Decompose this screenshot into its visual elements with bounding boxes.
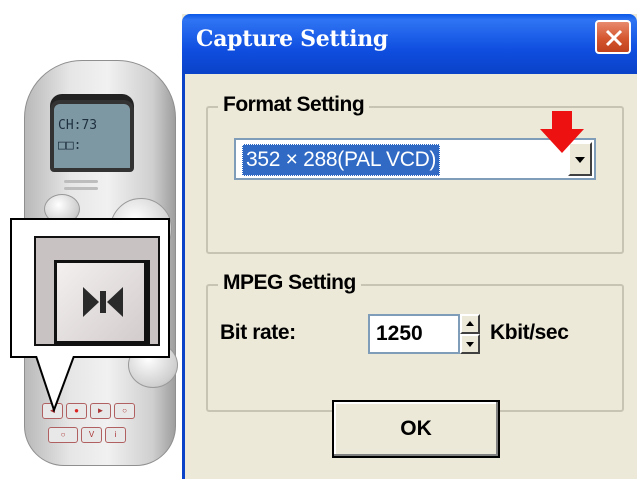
spin-down-icon [466, 342, 474, 347]
remote-power-button: ○ [48, 427, 78, 443]
zoomed-button [34, 236, 160, 346]
zoom-callout [10, 218, 170, 358]
capture-setting-dialog: Capture Setting Format Setting MPEG Sett… [182, 14, 637, 479]
spin-up-icon [466, 321, 474, 326]
remote-bottom-row: ○ V i [48, 427, 126, 443]
close-icon [605, 29, 623, 47]
bit-rate-input[interactable]: 1250 [368, 314, 460, 354]
ok-button[interactable]: OK [332, 400, 500, 458]
close-button[interactable] [595, 20, 631, 54]
red-pointer-arrow-icon [540, 111, 584, 153]
remote-stop-button: ○ [114, 403, 135, 419]
bit-rate-unit: Kbit/sec [490, 321, 569, 344]
bowtie-icon [83, 287, 123, 317]
ok-label: OK [400, 417, 432, 440]
display-channel: CH:73 [58, 118, 98, 133]
bit-rate-label: Bit rate: [220, 321, 296, 344]
bit-rate-decrease-button[interactable] [460, 334, 480, 354]
format-setting-label: Format Setting [218, 93, 370, 117]
remote-info-button: i [105, 427, 126, 443]
bit-rate-increase-button[interactable] [460, 314, 480, 334]
remote-play-button: ► [90, 403, 111, 419]
remote-video-button: V [81, 427, 102, 443]
grip-line [64, 187, 98, 190]
display-status: □□: [58, 138, 82, 153]
dialog-title: Capture Setting [196, 26, 388, 52]
title-bar[interactable]: Capture Setting [182, 14, 637, 74]
grip-line [64, 180, 98, 183]
format-selected-value: 352 × 288(PAL VCD) [242, 144, 441, 176]
remote-display: CH:73 □□: [50, 100, 134, 172]
bit-rate-value: 1250 [376, 322, 423, 345]
mpeg-setting-label: MPEG Setting [218, 271, 361, 295]
callout-pointer [35, 356, 75, 412]
zoomed-button-face [54, 260, 150, 344]
